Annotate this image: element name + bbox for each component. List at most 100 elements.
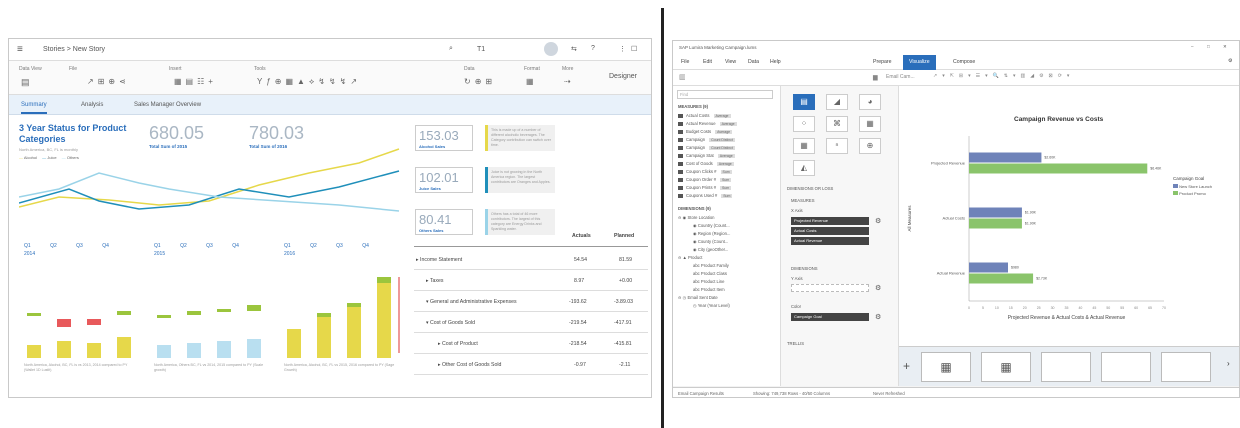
table-row[interactable]: ▾ General and Administrative Expenses -1… [414,291,648,312]
yaxis-drop-zone[interactable] [791,284,869,292]
settings-icon[interactable]: ⚙ [875,217,881,225]
xaxis-item[interactable]: Actual Revenue [791,237,869,245]
list-item[interactable]: ◉ Region (Region... [693,231,730,239]
thumbnail-grid-icon[interactable]: ▦ [981,352,1031,382]
list-item[interactable]: Coupon Clicks # Sum [678,169,732,177]
tab-visualize[interactable]: Visualize [903,55,936,70]
settings-icon[interactable]: ⚙ [875,284,881,292]
data-icons[interactable]: ↻⊕⊞ [464,77,496,86]
add-chart-icon[interactable]: + [903,359,910,373]
hamburger-icon[interactable]: ≡ [17,44,23,55]
table-row[interactable]: ▸ Other Cost of Goods Sold -0.97 -2.11 [414,354,648,375]
insert-icons[interactable]: ▦▤☷+ [174,77,217,86]
numeric-chart-button[interactable]: ⁿ [826,138,848,154]
list-item[interactable]: ⊖ ▲ Product [678,255,702,263]
table-row[interactable]: ▾ Cost of Goods Sold -219.54 -417.91 [414,312,648,333]
tab-summary[interactable]: Summary [21,102,47,114]
list-item[interactable]: Budget Costs Average [678,129,733,137]
row-planned: -415.81 [614,341,632,347]
more-icon[interactable]: ⋮ [619,45,626,53]
list-item[interactable]: Campaign Stat Average [678,153,735,161]
xaxis-item[interactable]: Projected Revenue [791,217,869,225]
tab-analysis[interactable]: Analysis [81,102,103,108]
color-item[interactable]: Campaign Goal [791,313,869,321]
list-item[interactable]: ◉ Country (Count... [693,223,730,231]
format-icon[interactable]: ▦ [526,77,534,86]
toolbar-group-data-view: Data View [19,66,42,72]
tab-sales-manager-overview[interactable]: Sales Manager Overview [134,102,201,108]
q2-label: Q2 [310,243,317,249]
map-chart-button[interactable]: ▦ [859,116,881,132]
bar-chart-button[interactable]: ▤ [793,94,815,110]
more-arrow-icon[interactable]: ⇢ [564,77,571,86]
breadcrumb[interactable]: Stories > New Story [43,46,105,53]
menu-file[interactable]: File [681,59,689,65]
list-item[interactable]: Cost of Goods Average [678,161,734,169]
chart-icon[interactable]: ▆ [873,74,878,81]
list-item[interactable]: abc Product Class [693,271,727,279]
thumbnail-chart[interactable] [1041,352,1091,382]
thumbnail-chart[interactable] [1101,352,1151,382]
list-item[interactable]: abc Product Item [693,287,725,295]
menu-edit[interactable]: Edit [703,59,712,65]
search-icon[interactable]: ⌕ [449,45,453,53]
file-icons[interactable]: ↗⊞⊕⋖ [87,77,130,86]
settings-icon[interactable]: ⚙ [875,313,881,321]
custom-chart-button[interactable]: ◭ [793,160,815,176]
area-chart-button[interactable]: ◢ [826,94,848,110]
xaxis-item[interactable]: Actual Costs [791,227,869,235]
x-tick-label: 40 [1078,306,1082,310]
list-item[interactable]: Coupon Prints # Sum [678,185,732,193]
list-item[interactable]: Campaign Count Distinct [678,137,735,145]
list-item[interactable]: Coupon Order # Sum [678,177,732,185]
thumbnail-chart[interactable] [1161,352,1211,382]
search-input[interactable]: Find [677,90,773,99]
menu-data[interactable]: Data [748,59,759,65]
dataset-selector[interactable]: Email Cam... [886,74,915,80]
list-item[interactable]: ◉ City (geoOther... [693,247,728,255]
menu-help[interactable]: Help [770,59,781,65]
scroll-right-icon[interactable]: › [1227,359,1230,368]
list-item[interactable]: ⊖ ◷ Email Sent Date [678,295,718,303]
list-item[interactable]: Coupons Used # Sum [678,193,733,201]
row-planned: 81.59 [619,257,632,263]
table-row[interactable]: ▸ Taxes 8.97 +0.00 [414,270,648,291]
trellis-section[interactable]: TRELLIS [787,341,804,346]
help-icon[interactable]: ? [591,45,595,52]
chat-icon[interactable]: ☐ [631,45,637,53]
settings-icon[interactable]: ⚙ [1228,58,1233,64]
group-footer: North America, Alcohol, BC, FL vs 2015, … [284,363,395,372]
list-item[interactable]: ◉ County (Count... [693,239,728,247]
close-icon[interactable]: ✕ [1223,44,1227,50]
combo-chart-button[interactable]: ⌘ [826,116,848,132]
designer-button[interactable]: Designer [609,73,637,80]
thumbnail-grid-icon[interactable]: ▦ [921,352,971,382]
menu-view[interactable]: View [725,59,736,65]
scatter-chart-button[interactable]: ⁘ [793,116,815,132]
minimize-icon[interactable]: – [1191,44,1194,49]
table-row[interactable]: ▸ Income Statement 54.54 81.59 [414,249,648,270]
list-item[interactable]: abc Product Family [693,263,729,271]
group-footer: North America, Others BC, FL vs 2014, 20… [154,363,264,372]
maximize-icon[interactable]: □ [1207,44,1210,49]
pie-chart-button[interactable]: ◕ [859,94,881,110]
data-view-icon[interactable]: ▤ [21,77,30,88]
panel-toggle-icon[interactable]: ▥ [679,73,686,81]
tab-prepare[interactable]: Prepare [873,59,891,65]
list-item[interactable]: Actual Costs Average [678,113,731,121]
dims-section-header[interactable]: DIMENSIONS OR LOSS [787,186,833,191]
list-item[interactable]: Actual Revenue Average [678,121,737,129]
tab-compose[interactable]: Compose [953,59,975,65]
table-header: Actuals Planned [414,233,648,247]
table-chart-button[interactable]: ▦ [793,138,815,154]
table-row[interactable]: ▸ Cost of Product -218.54 -415.81 [414,333,648,354]
notification-icon[interactable]: ⇆ [571,45,577,53]
toolbar-icons[interactable]: ↗▾⇱⊞▾☰▾🔍⇅▾▥◢⚙⊠⟳▾ [933,73,1074,79]
list-item[interactable]: ⊖ ◉ Store Location [678,215,715,223]
list-item[interactable]: abc Product Line [693,279,724,287]
geo-chart-button[interactable]: ⊕ [859,138,881,154]
avatar[interactable] [544,42,558,56]
tools-icons[interactable]: Yƒ⊕▦▲⟡↯↯↯↗ [257,77,361,87]
list-item[interactable]: ◷ Year (Year Level) [693,303,730,311]
list-item[interactable]: Campaign Count Distinct [678,145,735,153]
